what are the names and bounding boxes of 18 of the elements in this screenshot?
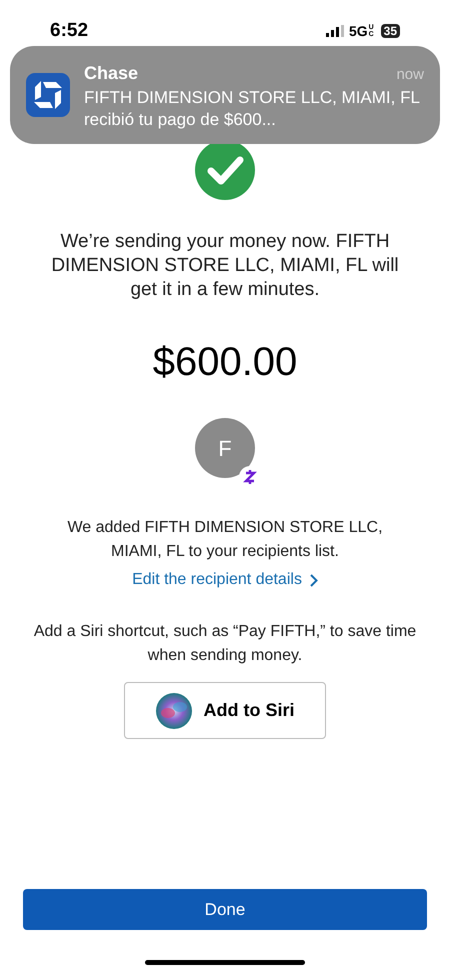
confirmation-message: We’re sending your money now. FIFTH DIMENSION STORE LLC, MIAMI, FL will get it in a few minutes. (50, 230, 400, 302)
siri-message: Add a Siri shortcut, such as “Pay FIFTH,” to save time when sending money. (32, 622, 418, 666)
chevron-right-icon (310, 574, 318, 586)
network-label: 5G (348, 22, 368, 40)
notification-app-name: Chase (84, 62, 138, 84)
done-button[interactable]: Done (23, 889, 427, 930)
status-time: 6:52 (50, 18, 88, 43)
battery-level: 35 (380, 24, 400, 38)
payment-amount: $600.00 (152, 339, 298, 386)
add-to-siri-button[interactable]: Add to Siri (124, 682, 326, 739)
siri-icon (156, 692, 192, 728)
recipient-added-message: We added FIFTH DIMENSION STORE LLC, MIAMI, FL to your recipients list. (66, 518, 384, 562)
notification-time: now (396, 64, 424, 84)
notification-message: FIFTH DIMENSION STORE LLC, MIAMI, FL recibió tu pago de $600... (84, 86, 420, 130)
recipient-avatar: F (195, 418, 255, 478)
signal-icon (326, 25, 344, 37)
app-logo-icon (26, 73, 70, 117)
edit-recipient-link[interactable]: Edit the recipient details (132, 568, 318, 592)
